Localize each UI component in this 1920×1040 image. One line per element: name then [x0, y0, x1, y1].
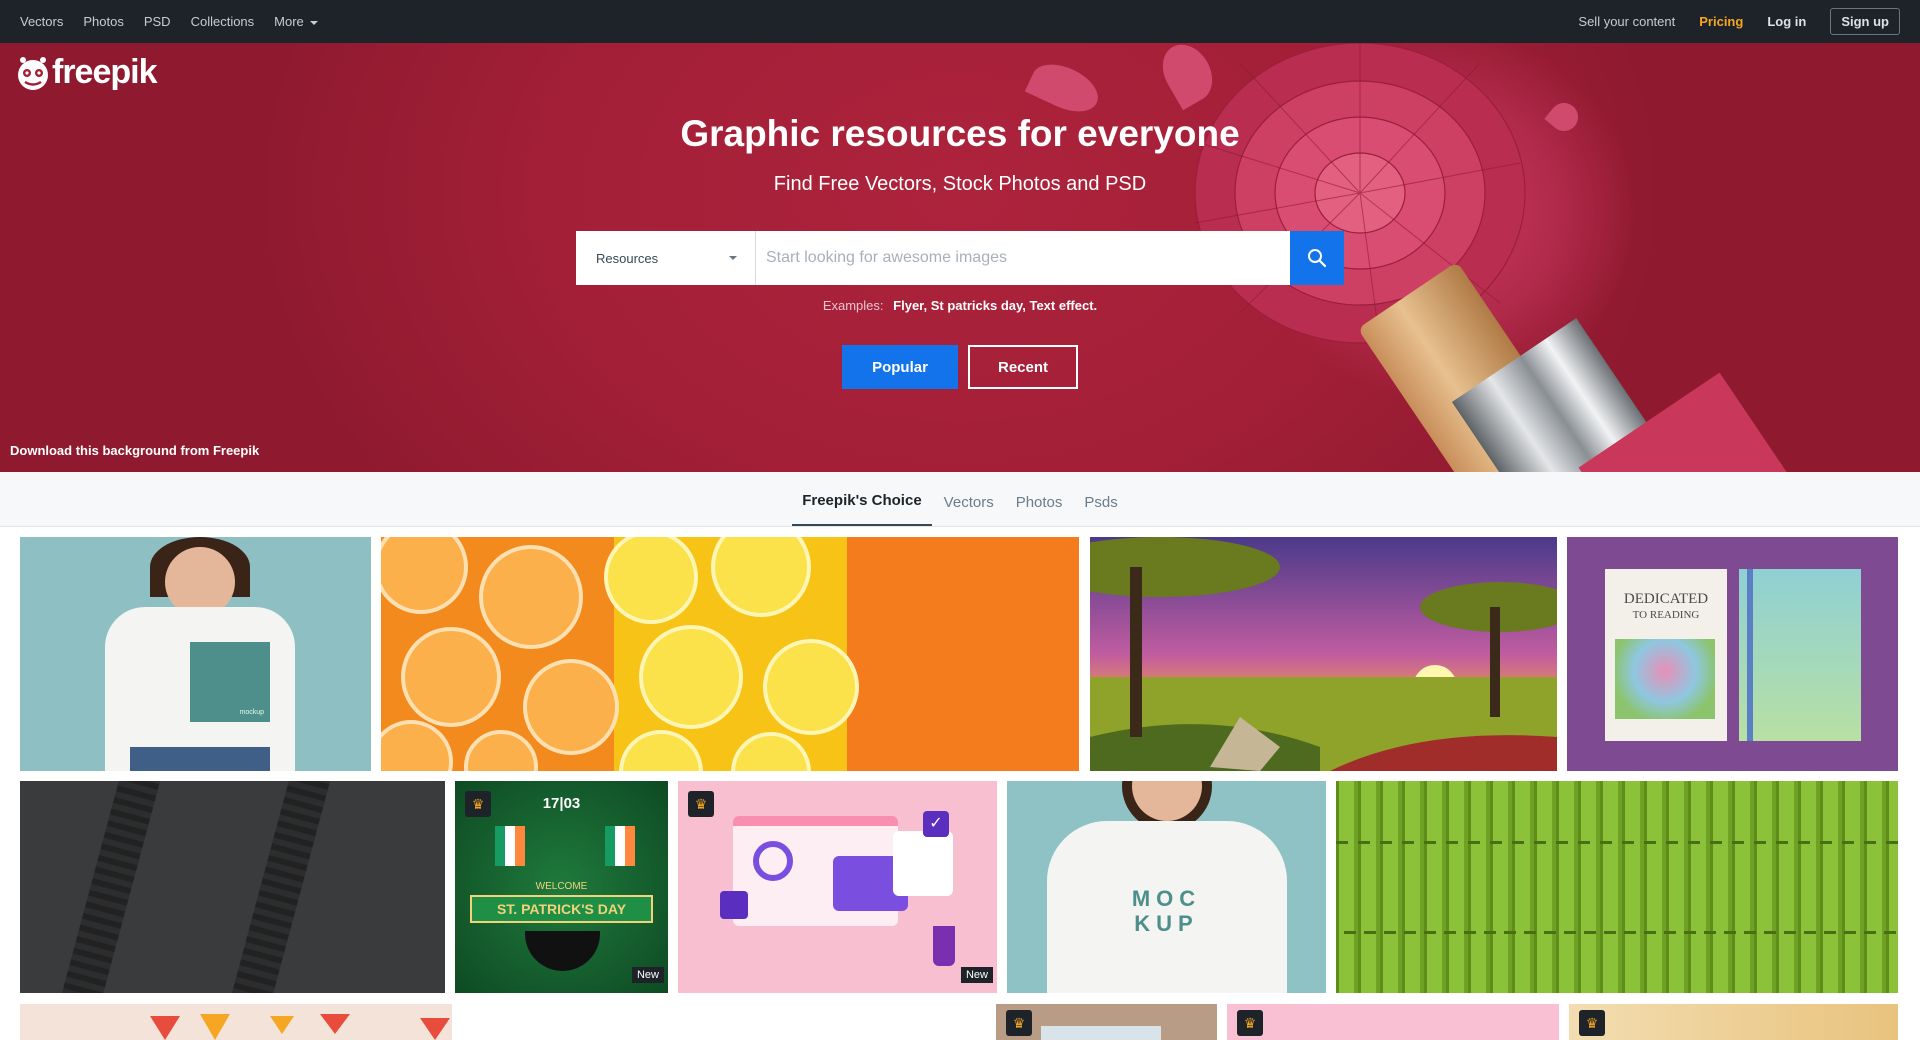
nav-collections[interactable]: Collections	[191, 14, 255, 29]
chevron-down-icon	[729, 256, 737, 260]
search-bar: Resources	[576, 231, 1344, 285]
check-icon: ✓	[923, 811, 949, 837]
top-navbar: Vectors Photos PSD Collections More Sell…	[0, 0, 1920, 43]
book-cover-left: DEDICATED TO READING	[1605, 569, 1727, 741]
chart-card-art	[893, 831, 953, 896]
cup-art	[933, 926, 955, 966]
irish-flag-right	[605, 826, 635, 866]
tab-vectors[interactable]: Vectors	[934, 494, 1004, 526]
tshirt-woman-photo[interactable]: mockup	[20, 537, 371, 771]
resources-dropdown-label: Resources	[596, 250, 659, 266]
search-button[interactable]	[1290, 231, 1344, 285]
nav-psd[interactable]: PSD	[144, 14, 171, 29]
signup-button[interactable]: Sign up	[1830, 8, 1900, 35]
sell-content-link[interactable]: Sell your content	[1578, 14, 1675, 29]
login-link[interactable]: Log in	[1767, 14, 1806, 29]
party-bunting-image[interactable]	[20, 1004, 452, 1040]
tire-track	[57, 781, 163, 993]
nav-more[interactable]: More	[274, 14, 318, 29]
mockup-text-line1: MOC	[1131, 886, 1202, 911]
examples-terms[interactable]: Flyer, St patricks day, Text effect.	[893, 298, 1097, 313]
nav-more-label: More	[274, 14, 304, 29]
citrus-texture-art	[381, 537, 1079, 771]
pricing-link[interactable]: Pricing	[1699, 14, 1743, 29]
bamboo-node-row	[1336, 841, 1898, 844]
savanna-illustration[interactable]	[1090, 537, 1557, 771]
tab-photos[interactable]: Photos	[1006, 494, 1073, 526]
premium-crown-badge: ♛	[688, 791, 714, 817]
recent-button[interactable]: Recent	[968, 345, 1078, 389]
mockup-text-line2: KUP	[1134, 911, 1199, 936]
pink-illustration[interactable]: ♛	[1227, 1004, 1559, 1040]
bunting-art	[150, 1014, 450, 1040]
pot-of-gold	[525, 931, 600, 971]
golden-decor-image[interactable]: ♛	[1569, 1004, 1898, 1040]
examples-label: Examples:	[822, 298, 884, 313]
crown-icon: ♛	[1243, 1014, 1257, 1031]
tshirt-mockup-photo[interactable]: MOC KUP	[1007, 781, 1326, 993]
search-icon	[1308, 249, 1327, 268]
jeans-shape	[130, 747, 270, 771]
bamboo-node-row	[1336, 931, 1898, 934]
hero-title: Graphic resources for everyone	[680, 113, 1240, 154]
poster-preview	[1041, 1026, 1161, 1040]
search-examples: Examples: Flyer, St patricks day, Text e…	[0, 298, 1920, 313]
category-tabs: Freepik's Choice Vectors Photos Psds	[0, 472, 1920, 527]
resources-dropdown[interactable]: Resources	[576, 231, 756, 285]
flyer-title: ST. PATRICK'S DAY	[470, 895, 653, 923]
book-cover-right	[1739, 569, 1861, 741]
mockup-print-label: mockup	[239, 709, 264, 716]
book-spine	[1747, 569, 1753, 741]
new-badge: New	[960, 967, 993, 983]
tab-freepiks-choice[interactable]: Freepik's Choice	[792, 492, 932, 526]
book-illustration	[1615, 639, 1715, 719]
hero-buttons: Popular Recent	[0, 345, 1920, 389]
petal-decoration	[1024, 55, 1106, 121]
crown-icon: ♛	[1585, 1014, 1599, 1031]
mockup-print: mockup	[190, 642, 270, 722]
bamboo-texture[interactable]	[1336, 781, 1898, 993]
primary-nav: Vectors Photos PSD Collections More	[20, 14, 338, 29]
chevron-down-icon	[309, 20, 318, 25]
flyer-welcome: WELCOME	[535, 881, 588, 892]
donut-chart-art	[753, 841, 793, 881]
book-title-line1: DEDICATED	[1623, 591, 1709, 607]
tire-track	[227, 781, 333, 993]
tab-psds[interactable]: Psds	[1074, 494, 1127, 526]
tire-tracks-texture[interactable]	[20, 781, 445, 993]
freepik-logo-icon	[18, 56, 48, 90]
poster-template-image[interactable]: ♛	[996, 1004, 1217, 1040]
hero-subtitle: Find Free Vectors, Stock Photos and PSD	[773, 173, 1147, 195]
download-background-link[interactable]: Download this background from Freepik	[10, 443, 259, 458]
freepik-logo[interactable]: freepik	[14, 53, 157, 92]
citrus-textures-image[interactable]	[381, 537, 1079, 771]
new-badge: New	[631, 967, 664, 983]
dashboard-illustration[interactable]: ♛ ✓ New	[678, 781, 997, 993]
savanna-art	[1090, 537, 1557, 771]
hero-banner: freepik Graphic resources for everyone F…	[0, 43, 1920, 472]
crown-icon: ♛	[694, 795, 708, 812]
book-cover-mockup[interactable]: DEDICATED TO READING	[1567, 537, 1898, 771]
logo-wordmark: freepik	[52, 53, 157, 91]
flyer-date: 17|03	[542, 795, 581, 812]
popular-button[interactable]: Popular	[842, 345, 958, 389]
search-input[interactable]	[756, 231, 1290, 285]
premium-crown-badge: ♛	[1237, 1010, 1263, 1036]
premium-crown-badge: ♛	[1006, 1010, 1032, 1036]
book-title-line2: TO READING	[1632, 609, 1700, 621]
account-nav: Sell your content Pricing Log in Sign up	[1554, 8, 1900, 35]
premium-crown-badge: ♛	[1579, 1010, 1605, 1036]
st-patricks-flyer[interactable]: ♛ 17|03 WELCOME ST. PATRICK'S DAY New	[455, 781, 668, 993]
nav-vectors[interactable]: Vectors	[20, 14, 63, 29]
crown-icon: ♛	[1012, 1014, 1026, 1031]
bar-chart-icon	[720, 891, 748, 919]
irish-flag-left	[495, 826, 525, 866]
nav-photos[interactable]: Photos	[83, 14, 123, 29]
